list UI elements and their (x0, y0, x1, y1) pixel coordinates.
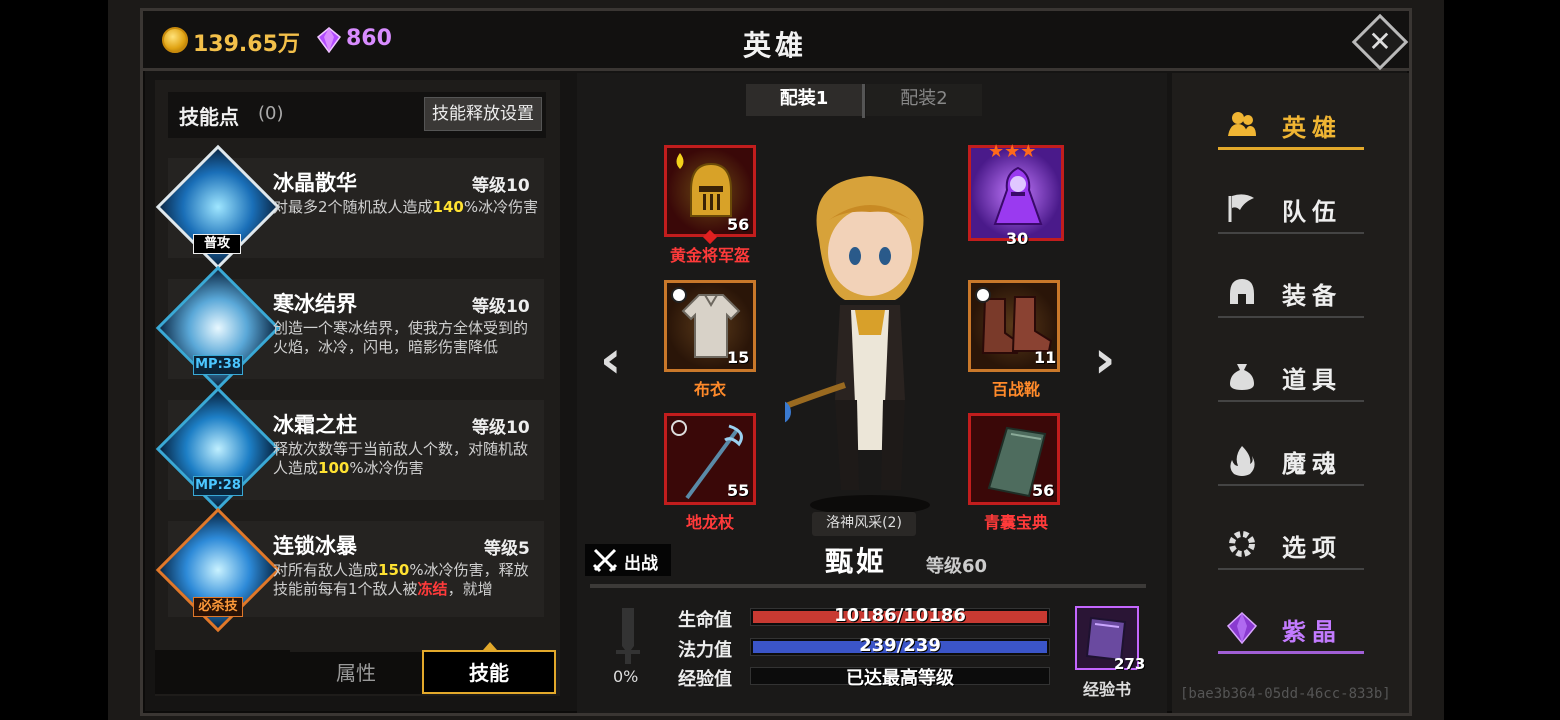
skill-description: 释放次数等于当前敌人个数，对随机敌人造成100%冰冷伤害 (273, 440, 529, 477)
weapon-level: 55 (727, 481, 750, 500)
close-icon[interactable]: ✕ (1360, 22, 1400, 62)
skill-level: 等级10 (472, 176, 530, 196)
hero-name: 甄姬 (825, 545, 888, 578)
tab-attributes[interactable]: 属性 (290, 652, 422, 694)
loadout-divider (862, 84, 865, 118)
nav-label: 魔魂 (1282, 450, 1342, 478)
demon-pet-icon (993, 166, 1043, 225)
nav-label: 队伍 (1282, 198, 1342, 226)
skill-tag: MP:38 (193, 355, 243, 375)
skill-name: 连锁冰暴 (273, 534, 357, 558)
skill-tag: MP:28 (193, 476, 243, 496)
nav-options[interactable]: 选项 (1218, 514, 1364, 570)
empty-socket-icon (671, 420, 687, 436)
gear-icon (1229, 531, 1255, 557)
yin-yang-icon (671, 287, 687, 303)
power-percent: 0% (613, 667, 639, 686)
helmet-level: 56 (727, 215, 750, 234)
golden-helmet-icon (690, 162, 732, 217)
helmet-name: 黄金将军盔 (669, 246, 750, 265)
rarity-drop-icon (676, 153, 684, 169)
nav-equipment[interactable]: 装备 (1218, 262, 1364, 318)
skill-level: 等级5 (484, 539, 530, 559)
skill-release-settings-button[interactable]: 技能释放设置 (424, 97, 542, 131)
skill-points-label: 技能点 (179, 105, 239, 129)
exp-label: 经验值 (678, 669, 732, 690)
exp-book-label: 经验书 (1083, 680, 1132, 699)
book-level: 56 (1032, 481, 1055, 500)
exp-book-count: 273 (1114, 655, 1146, 673)
skill-tag: 普攻 (193, 234, 241, 254)
weapon-name: 地龙杖 (685, 513, 734, 532)
gem-amount: 860 (346, 26, 392, 51)
armor-name: 布衣 (693, 380, 726, 399)
skill-points-count: (0) (258, 103, 284, 124)
skill-name: 冰晶散华 (273, 171, 357, 195)
three-star-rating-icon: ★★★ (988, 141, 1037, 162)
skill-tag: 必杀技 (193, 597, 243, 617)
nav-items[interactable]: 道具 (1218, 346, 1364, 402)
pet-level: 30 (1006, 229, 1029, 248)
crossed-swords-icon (592, 548, 618, 573)
skill-level: 等级10 (472, 297, 530, 317)
boots-level: 11 (1034, 348, 1057, 367)
power-sword-icon (616, 608, 640, 664)
mp-value: 239/239 (859, 635, 941, 656)
skill-description: 创造一个寒冰结界，使我方全体受到的火焰，冰冷，闪电，暗影伤害降低 (273, 319, 529, 356)
helmet-icon (1230, 279, 1254, 304)
nav-label: 装备 (1282, 282, 1342, 310)
hp-label: 生命值 (678, 610, 732, 631)
hero-character-portrait (785, 176, 930, 515)
boots-name: 百战靴 (991, 380, 1040, 399)
previous-hero-arrow-icon[interactable]: ‹ (600, 330, 621, 390)
skill-description: 对所有敌人造成150%冰冷伤害，释放技能前每有1个敌人被冻结，就增 (273, 561, 529, 598)
next-hero-arrow-icon[interactable]: › (1094, 330, 1115, 390)
bag-icon (1230, 364, 1254, 390)
mp-label: 法力值 (678, 640, 732, 661)
active-tab-indicator (483, 642, 497, 650)
gold-coin-icon (162, 27, 188, 53)
skill-name: 冰霜之柱 (273, 413, 357, 437)
tab-loadout-1[interactable]: 配装1 (746, 84, 862, 116)
session-id: [bae3b364-05dd-46cc-833b] (1180, 686, 1391, 702)
book-name: 青囊宝典 (983, 513, 1048, 532)
skill-description: 对最多2个随机敌人造成140%冰冷伤害 (273, 198, 539, 216)
exp-value: 已达最高等级 (846, 668, 954, 689)
skill-name: 寒冰结界 (273, 292, 357, 316)
armor-level: 15 (727, 348, 750, 367)
yin-yang-icon (975, 287, 991, 303)
set-bonus-label: 洛神风采(2) (812, 512, 916, 536)
deploy-label[interactable]: 出战 (624, 549, 658, 574)
nav-crystal[interactable]: 紫晶 (1218, 598, 1364, 654)
nav-label: 道具 (1282, 366, 1342, 394)
tab-loadout-2[interactable]: 配装2 (866, 84, 982, 116)
gold-amount: 139.65万 (193, 32, 300, 57)
nav-team[interactable]: 队伍 (1218, 178, 1364, 234)
nav-label: 紫晶 (1282, 618, 1342, 646)
skill-level: 等级10 (472, 418, 530, 438)
tab-skills[interactable]: 技能 (422, 650, 556, 694)
hero-level: 等级60 (926, 556, 988, 577)
gem-icon (316, 27, 342, 53)
flag-icon (1228, 194, 1254, 222)
nav-label: 英雄 (1282, 114, 1342, 142)
divider (590, 584, 1146, 588)
hero-icon (1228, 112, 1256, 136)
flame-icon (1230, 446, 1255, 476)
nav-hero[interactable]: 英雄 (1218, 94, 1364, 150)
hp-value: 10186/10186 (834, 605, 966, 626)
tab-bar (155, 650, 290, 694)
page-title: 英雄 (742, 29, 807, 62)
crystal-icon (1226, 612, 1258, 644)
nav-label: 选项 (1282, 534, 1342, 562)
nav-soul[interactable]: 魔魂 (1218, 430, 1364, 486)
